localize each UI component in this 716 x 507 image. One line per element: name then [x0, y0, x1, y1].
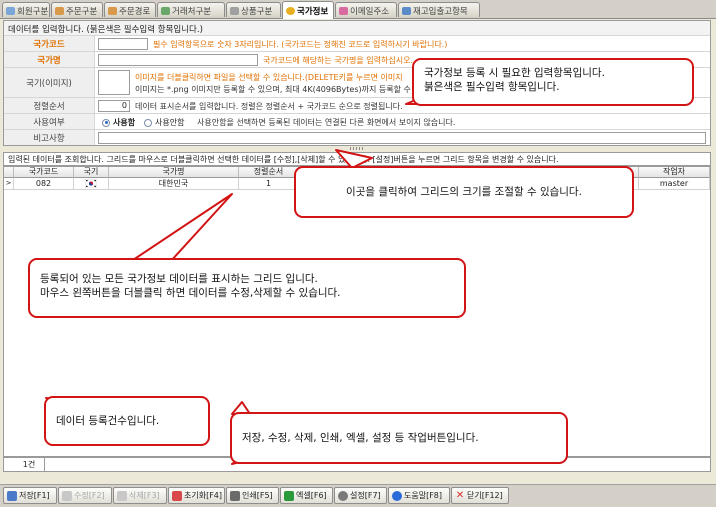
callout-line: 마우스 왼쪽버튼을 더블클릭 하면 데이터를 수정,삭제할 수 있습니다. [40, 287, 341, 299]
callout-grid-resize: 이곳을 클릭하여 그리드의 크기를 조절할 수 있습니다. [294, 166, 634, 218]
callout-record-count: 데이터 등록건수입니다. [44, 396, 210, 446]
callout-line: 등록되어 있는 모든 국가정보 데이터를 표시하는 그리드 입니다. [40, 273, 318, 285]
callout-line: 국가정보 등록 시 필요한 입력항목입니다. [424, 67, 605, 79]
callout-toolbar: 저장, 수정, 삭제, 인쇄, 엑셀, 설정 등 작업버튼입니다. [230, 412, 568, 464]
callout-required-fields: 국가정보 등록 시 필요한 입력항목입니다. 붉은색은 필수입력 항목입니다. [412, 58, 694, 106]
callout-line: 붉은색은 필수입력 항목입니다. [424, 81, 560, 93]
callout-grid-description: 등록되어 있는 모든 국가정보 데이터를 표시하는 그리드 입니다. 마우스 왼… [28, 258, 466, 318]
